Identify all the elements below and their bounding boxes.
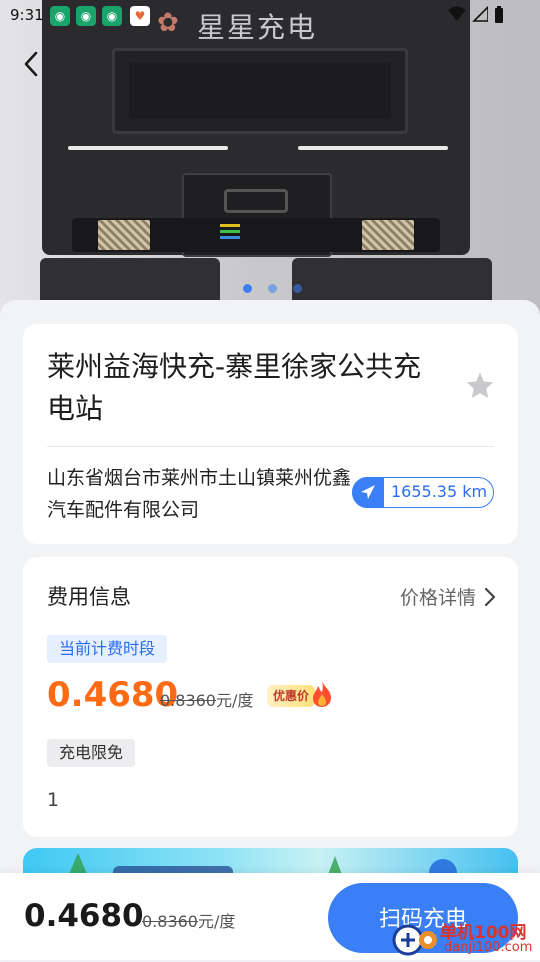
distance-value: 1655.35 km [391, 482, 488, 501]
carousel-dot[interactable] [293, 284, 302, 293]
original-price: 0.8360 [160, 691, 216, 710]
charging-free-value: 1 [47, 789, 60, 811]
charger-screen [112, 48, 408, 134]
watermark-url: danji100.com [444, 940, 533, 955]
notification-app-icon: ◉ [76, 6, 96, 26]
notification-app-icon: ◉ [102, 6, 122, 26]
charger-control-panel [72, 218, 440, 252]
notification-app-icon: ♥ [130, 6, 150, 26]
status-led-icon [220, 236, 240, 239]
current-price: 0.4680 [47, 675, 179, 715]
navigation-arrow-icon [361, 485, 375, 499]
star-icon [466, 372, 494, 398]
station-name: 莱州益海快充-寨里徐家公共充电站 [47, 350, 422, 425]
favorite-button[interactable] [464, 370, 496, 402]
signal-icon [472, 6, 488, 22]
charger-light-bar [298, 146, 448, 150]
navigate-button[interactable]: 1655.35 km [352, 477, 494, 508]
status-bar: 9:31 ◉ ◉ ◉ ♥ [0, 0, 540, 30]
carousel-indicator [243, 284, 302, 293]
chevron-right-icon [484, 587, 496, 606]
charger-light-bar [68, 146, 228, 150]
bottom-price-unit: 元/度 [197, 912, 236, 931]
watermark-logo-icon [392, 924, 437, 956]
charging-free-tag: 充电限免 [47, 739, 136, 767]
carousel-dot[interactable] [268, 284, 277, 293]
qr-code-icon [362, 220, 414, 250]
battery-icon [495, 6, 503, 23]
bottom-original-price-group: 0.8360元/度 [142, 908, 235, 932]
price-detail-label: 价格详情 [399, 587, 476, 609]
price-unit: 元/度 [215, 691, 254, 710]
divider [47, 446, 494, 447]
back-button[interactable] [14, 46, 50, 82]
price-detail-link[interactable]: 价格详情 [400, 583, 496, 610]
fee-info-card: 费用信息 价格详情 当前计费时段 0.4680 0.8360元/度 优惠价 充电… [23, 557, 518, 837]
wifi-icon [448, 6, 466, 21]
status-time: 9:31 [10, 6, 44, 24]
original-price-group: 0.8360元/度 [160, 687, 253, 711]
site-watermark: 单机100网 danji100.com [392, 918, 540, 960]
bottom-original-price: 0.8360 [142, 912, 198, 931]
current-period-tag: 当前计费时段 [47, 635, 168, 663]
qr-code-icon [98, 220, 150, 250]
status-led-icon [220, 224, 240, 227]
carousel-dot[interactable] [243, 284, 252, 293]
fee-section-title: 费用信息 [47, 585, 131, 609]
chevron-left-icon [24, 51, 38, 77]
charger-photo: ✿ 星星充电 [42, 0, 470, 257]
promo-badge: 优惠价 [267, 685, 316, 707]
station-photo-carousel[interactable]: ✿ 星星充电 [0, 0, 540, 320]
navigation-icon-bg [352, 477, 384, 508]
status-led-icon [220, 230, 240, 233]
system-icons [448, 6, 504, 24]
station-info-card: 莱州益海快充-寨里徐家公共充电站 山东省烟台市莱州市土山镇莱州优鑫汽车配件有限公… [23, 324, 518, 544]
station-address: 山东省烟台市莱州市土山镇莱州优鑫汽车配件有限公司 [47, 467, 352, 521]
fire-icon [310, 680, 334, 708]
notification-app-icon: ◉ [50, 6, 70, 26]
bottom-current-price: 0.4680 [24, 898, 144, 934]
